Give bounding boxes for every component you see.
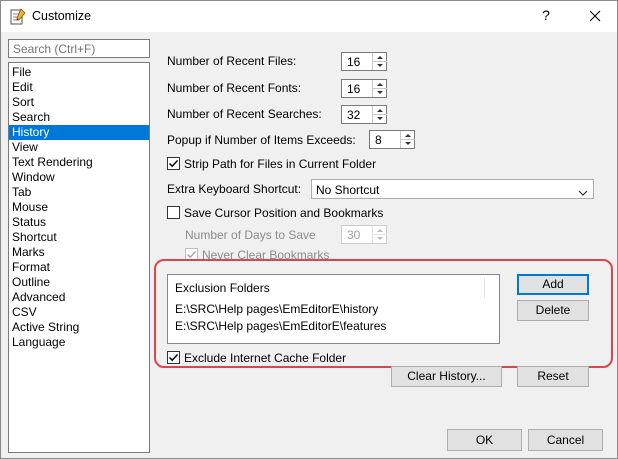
keyboard-shortcut-dropdown[interactable]: No Shortcut xyxy=(311,179,594,199)
exclude-cache-checkbox[interactable] xyxy=(167,351,180,364)
notepad-icon xyxy=(10,8,26,25)
category-item[interactable]: Sort xyxy=(9,95,149,110)
add-button[interactable]: Add xyxy=(517,274,589,295)
folder-list-item[interactable]: E:\SRC\Help pages\EmEditorE\history xyxy=(175,302,378,316)
strip-path-checkbox[interactable] xyxy=(167,157,180,170)
category-item[interactable]: Text Rendering xyxy=(9,155,149,170)
close-icon[interactable] xyxy=(581,5,609,27)
chevron-down-icon[interactable] xyxy=(578,186,588,200)
category-item[interactable]: CSV xyxy=(9,305,149,320)
category-item[interactable]: Window xyxy=(9,170,149,185)
save-cursor-checkbox[interactable] xyxy=(167,206,180,219)
exclusion-folders-header-label: Exclusion Folders xyxy=(175,281,270,295)
category-list[interactable]: File Edit Sort Search History View Text … xyxy=(8,62,150,453)
exclusion-folders-list[interactable]: Exclusion Folders E:\SRC\Help pages\EmEd… xyxy=(167,274,500,344)
popup-items-spinner[interactable]: 8 xyxy=(369,130,415,149)
checkmark-icon xyxy=(186,250,197,259)
customize-dialog: Customize ? File Edit Sort Search Histor… xyxy=(0,0,618,459)
spinner-arrows-icon[interactable] xyxy=(372,53,387,70)
strip-path-label[interactable]: Strip Path for Files in Current Folder xyxy=(184,157,376,171)
category-item[interactable]: File xyxy=(9,65,149,80)
delete-button[interactable]: Delete xyxy=(517,300,589,321)
category-item[interactable]: Active String xyxy=(9,320,149,335)
days-to-save-label: Number of Days to Save xyxy=(185,228,316,242)
never-clear-checkbox[interactable] xyxy=(185,248,198,261)
column-divider[interactable] xyxy=(484,278,485,298)
spinner-arrows-icon[interactable] xyxy=(400,131,415,148)
checkmark-icon xyxy=(168,159,179,168)
days-to-save-spinner[interactable]: 30 xyxy=(341,225,387,244)
window-title: Customize xyxy=(32,9,92,23)
popup-items-label: Popup if Number of Items Exceeds: xyxy=(167,133,356,147)
checkmark-icon xyxy=(168,353,179,362)
recent-searches-spinner[interactable]: 32 xyxy=(341,105,387,124)
category-item[interactable]: Format xyxy=(9,260,149,275)
spinner-arrows-icon[interactable] xyxy=(372,226,387,243)
category-item-selected[interactable]: History xyxy=(9,125,149,140)
search-input[interactable] xyxy=(8,39,150,58)
folder-list-item[interactable]: E:\SRC\Help pages\EmEditorE\features xyxy=(175,319,386,333)
help-button[interactable]: ? xyxy=(537,7,555,23)
recent-files-spinner[interactable]: 16 xyxy=(341,52,387,71)
category-item[interactable]: Status xyxy=(9,215,149,230)
recent-searches-label: Number of Recent Searches: xyxy=(167,107,322,121)
recent-fonts-label: Number of Recent Fonts: xyxy=(167,81,302,95)
keyboard-shortcut-value[interactable]: No Shortcut xyxy=(316,183,379,197)
ok-button[interactable]: OK xyxy=(447,429,522,451)
save-cursor-label[interactable]: Save Cursor Position and Bookmarks xyxy=(184,206,383,220)
category-item[interactable]: Search xyxy=(9,110,149,125)
reset-button[interactable]: Reset xyxy=(517,366,589,387)
popup-items-value[interactable]: 8 xyxy=(375,133,382,147)
category-item[interactable]: Marks xyxy=(9,245,149,260)
days-to-save-value[interactable]: 30 xyxy=(347,228,360,242)
clear-history-button[interactable]: Clear History... xyxy=(391,366,502,387)
category-item[interactable]: View xyxy=(9,140,149,155)
category-item[interactable]: Language xyxy=(9,335,149,350)
category-item[interactable]: Outline xyxy=(9,275,149,290)
exclude-cache-label[interactable]: Exclude Internet Cache Folder xyxy=(184,351,346,365)
recent-searches-value[interactable]: 32 xyxy=(347,108,360,122)
spinner-arrows-icon[interactable] xyxy=(372,80,387,97)
recent-files-value[interactable]: 16 xyxy=(347,55,360,69)
recent-fonts-value[interactable]: 16 xyxy=(347,82,360,96)
category-item[interactable]: Advanced xyxy=(9,290,149,305)
category-item[interactable]: Edit xyxy=(9,80,149,95)
spinner-arrows-icon[interactable] xyxy=(372,106,387,123)
title-bar: Customize ? xyxy=(1,1,617,32)
category-item[interactable]: Tab xyxy=(9,185,149,200)
cancel-button[interactable]: Cancel xyxy=(528,429,603,451)
recent-fonts-spinner[interactable]: 16 xyxy=(341,79,387,98)
category-item[interactable]: Mouse xyxy=(9,200,149,215)
never-clear-label: Never Clear Bookmarks xyxy=(202,248,330,262)
exclusion-folders-header[interactable]: Exclusion Folders xyxy=(168,275,499,299)
category-item[interactable]: Shortcut xyxy=(9,230,149,245)
recent-files-label: Number of Recent Files: xyxy=(167,54,297,68)
keyboard-shortcut-label: Extra Keyboard Shortcut: xyxy=(167,182,302,196)
